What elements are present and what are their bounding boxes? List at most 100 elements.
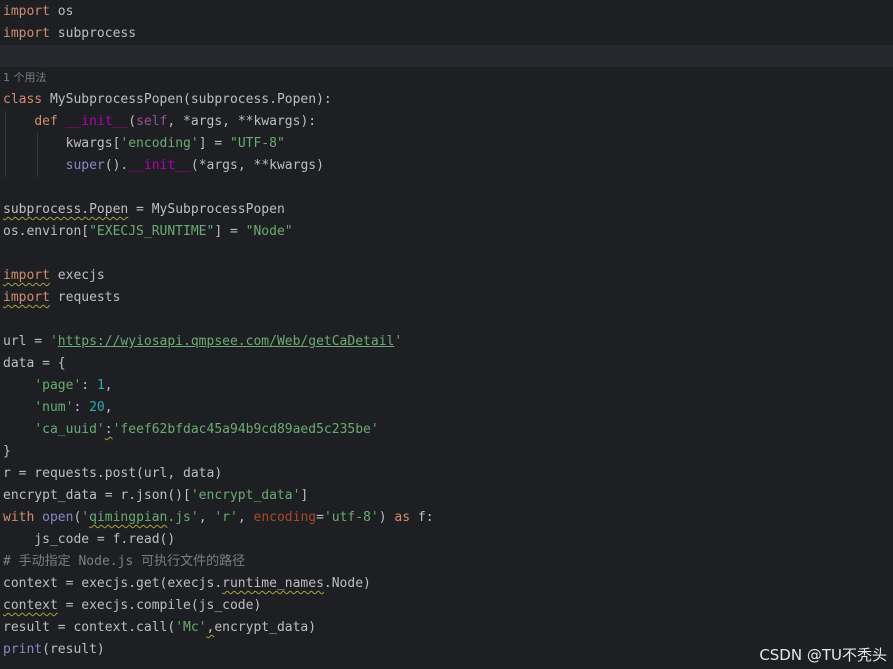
code-line[interactable]: import requests	[0, 287, 893, 309]
code-line[interactable]: super().__init__(*args, **kwargs)	[0, 155, 893, 177]
code-token: encoding	[253, 510, 317, 525]
code-token: = MySubprocessPopen	[128, 202, 285, 217]
code-line[interactable]: }	[0, 441, 893, 463]
code-token: '	[81, 510, 90, 525]
code-line[interactable]: context = execjs.get(execjs.runtime_name…	[0, 573, 893, 595]
code-token: "Node"	[245, 224, 293, 239]
code-token: =	[316, 510, 324, 525]
code-token: 20	[89, 400, 105, 415]
code-token: result = context.call(	[3, 620, 176, 635]
code-token: MySubprocessPopen(subprocess.Popen):	[42, 92, 332, 107]
code-token: '	[49, 334, 58, 349]
code-line[interactable]	[0, 177, 893, 199]
code-token: class	[3, 92, 43, 107]
code-line[interactable]: import subprocess	[0, 23, 893, 45]
code-token: kwargs[	[3, 136, 121, 151]
code-token: 'utf-8'	[323, 510, 379, 525]
code-token: )	[378, 510, 395, 525]
code-token: :	[104, 422, 113, 437]
code-token: subprocess.Popen	[3, 202, 129, 217]
code-token: (*args, **kwargs)	[190, 158, 324, 173]
code-token: :	[81, 378, 97, 393]
code-token: context	[3, 598, 58, 613]
code-token: import	[3, 290, 50, 305]
code-token: os	[49, 4, 74, 19]
indent-guide	[5, 111, 6, 177]
code-token: ,	[104, 400, 113, 415]
code-token: ().	[104, 158, 129, 173]
code-token: ] =	[214, 224, 246, 239]
code-line[interactable]: r = requests.post(url, data)	[0, 463, 893, 485]
code-token: qimingpian	[89, 510, 168, 525]
code-line[interactable]: subprocess.Popen = MySubprocessPopen	[0, 199, 893, 221]
code-token: encrypt_data)	[214, 620, 317, 635]
csdn-watermark: CSDN @TU不秃头	[759, 646, 887, 664]
code-token: "UTF-8"	[230, 136, 285, 151]
code-line[interactable]: os.environ["EXECJS_RUNTIME"] = "Node"	[0, 221, 893, 243]
code-token: 'num'	[34, 400, 74, 415]
code-editor[interactable]: import os import subprocess 1 个用法 class MyS…	[0, 0, 893, 669]
code-line[interactable]: 'num': 20,	[0, 397, 893, 419]
code-line[interactable]: 1 个用法	[0, 67, 893, 89]
code-token: import	[3, 26, 50, 41]
code-token: '	[394, 334, 403, 349]
code-token: ] =	[198, 136, 230, 151]
code-token: encrypt_data = r.json()[	[3, 488, 191, 503]
code-line[interactable]	[0, 45, 893, 67]
code-token: import	[3, 4, 50, 19]
code-token: ,	[198, 510, 215, 525]
code-line[interactable]: 'ca_uuid':'feef62bfdac45a94b9cd89aed5c23…	[0, 419, 893, 441]
code-token: subprocess	[49, 26, 137, 41]
code-line[interactable]: context = execjs.compile(js_code)	[0, 595, 893, 617]
code-line[interactable]: with open('qimingpian.js', 'r', encoding…	[0, 507, 893, 529]
code-token: execjs	[49, 268, 105, 283]
code-line[interactable]: class MySubprocessPopen(subprocess.Popen…	[0, 89, 893, 111]
code-line[interactable]: # 手动指定 Node.js 可执行文件的路径	[0, 551, 893, 573]
code-line[interactable]: def __init__(self, *args, **kwargs):	[0, 111, 893, 133]
code-token: # 手动指定 Node.js 可执行文件的路径	[3, 554, 246, 569]
code-token: as	[394, 510, 411, 525]
code-token: self	[136, 114, 168, 129]
code-line[interactable]: encrypt_data = r.json()['encrypt_data']	[0, 485, 893, 507]
code-token: 'feef62bfdac45a94b9cd89aed5c235be'	[112, 422, 379, 437]
code-token: 'Mc'	[175, 620, 207, 635]
code-line[interactable]: js_code = f.read()	[0, 529, 893, 551]
code-token: os.environ[	[3, 224, 90, 239]
code-token: "EXECJS_RUNTIME"	[89, 224, 215, 239]
code-token: ]	[300, 488, 309, 503]
code-token: 'encrypt_data'	[190, 488, 301, 503]
code-token: , *args, **kwargs):	[167, 114, 317, 129]
code-token: with	[3, 510, 35, 525]
code-token: ,	[237, 510, 254, 525]
code-line[interactable]: data = {	[0, 353, 893, 375]
code-line[interactable]: result = context.call('Mc',encrypt_data)	[0, 617, 893, 639]
code-token: 'ca_uuid'	[34, 422, 105, 437]
code-token: open	[42, 510, 74, 525]
code-token: f:	[410, 510, 434, 525]
code-token: :	[73, 400, 90, 415]
code-token: https://wyiosapi.qmpsee.com/Web/getCaDet…	[57, 334, 395, 349]
code-line[interactable]: url = 'https://wyiosapi.qmpsee.com/Web/g…	[0, 331, 893, 353]
usage-hint[interactable]: 1 个用法	[3, 71, 47, 84]
code-line[interactable]: 'page': 1,	[0, 375, 893, 397]
code-token: ,	[104, 378, 113, 393]
code-line[interactable]	[0, 309, 893, 331]
indent-guide	[37, 133, 38, 177]
code-token: runtime_names	[222, 576, 324, 591]
code-token: 'page'	[34, 378, 82, 393]
code-token: __init__	[65, 114, 129, 129]
code-token: import	[3, 268, 50, 283]
code-line[interactable]: import execjs	[0, 265, 893, 287]
code-token: }	[3, 444, 11, 459]
code-line[interactable]	[0, 243, 893, 265]
code-token: context = execjs.get(execjs.	[3, 576, 223, 591]
code-line[interactable]: import os	[0, 1, 893, 23]
code-token: js_code = f.read()	[3, 532, 176, 547]
code-token: 1	[96, 378, 105, 393]
code-line[interactable]: kwargs['encoding'] = "UTF-8"	[0, 133, 893, 155]
